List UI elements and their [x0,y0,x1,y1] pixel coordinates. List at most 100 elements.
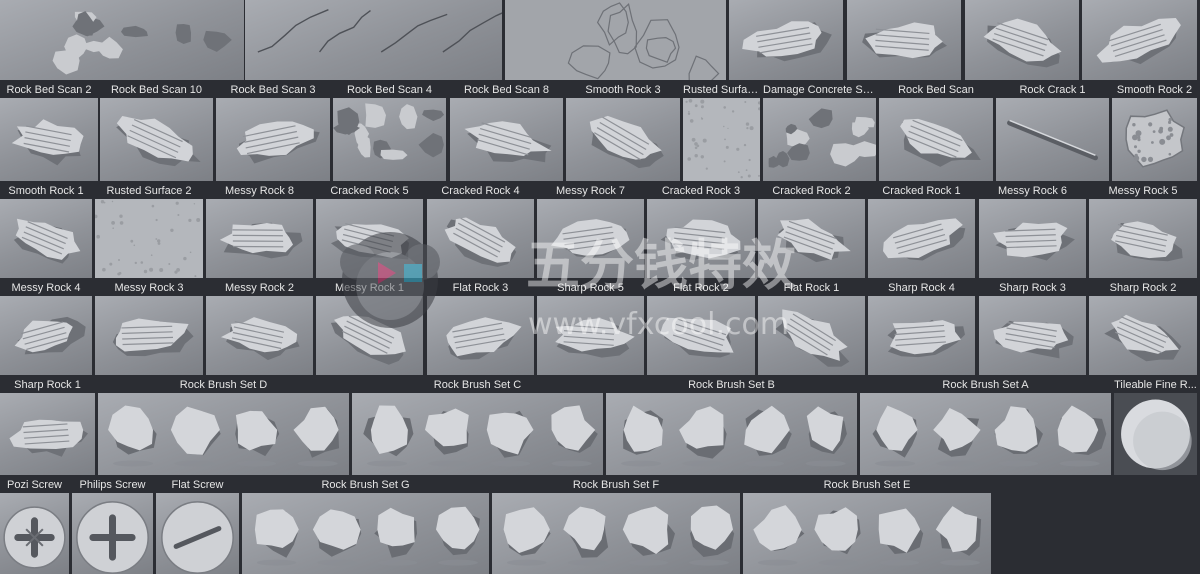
brush-tile-messy-rock-1[interactable]: Messy Rock 1 [316,281,423,375]
brush-tile-cracked-rock-3[interactable]: Cracked Rock 3 [647,184,755,278]
brush-label: Sharp Rock 1 [14,379,81,391]
brush-thumbnail [156,493,239,574]
brush-label: Rock Brush Set A [942,379,1029,391]
brush-tile-messy-rock-8[interactable]: Messy Rock 8 [206,184,313,278]
brush-label: Rock Crack 1 [1019,84,1086,96]
brush-tile-messy-rock-5[interactable]: Messy Rock 5 [1089,184,1197,278]
brush-tile-rock-bed-scan-10[interactable]: Rock Bed Scan 10 [100,83,213,181]
brush-tile-row0-item5[interactable] [965,0,1079,80]
brush-tile-smooth-rock-1[interactable]: Smooth Rock 1 [0,184,92,278]
brush-tile-cracked-rock-4[interactable]: Cracked Rock 4 [427,184,534,278]
brush-label: Rock Brush Set G [321,479,410,491]
brush-tile-rock-brush-set-a[interactable]: Rock Brush Set A [860,378,1111,475]
brush-label: Messy Rock 5 [1108,185,1178,197]
brush-preview-icon [116,115,201,167]
brush-tile-damage-concrete-sc[interactable]: Damage Concrete Sc... [763,83,876,181]
brush-tile-cracked-rock-1[interactable]: Cracked Rock 1 [868,184,975,278]
brush-label: Rock Bed Scan 2 [6,84,92,96]
brush-label: Flat Rock 1 [783,282,840,294]
brush-tile-sharp-rock-1[interactable]: Sharp Rock 1 [0,378,95,475]
brush-preview-icon [551,219,630,258]
brush-tile-row0-item0[interactable] [0,0,244,80]
brush-preview-icon [589,115,664,169]
brush-tile-tileable-fine-r[interactable]: Tileable Fine R... [1114,378,1197,475]
brush-preview-icon [872,405,1107,467]
brush-preview-icon [464,121,552,163]
brush-preview-icon [257,9,502,53]
brush-preview-icon [775,309,850,367]
brush-tile-rock-brush-set-c[interactable]: Rock Brush Set C [352,378,603,475]
brush-thumbnail [95,199,203,278]
brush-thumbnail [537,296,644,375]
brush-tile-row0-item2[interactable] [505,0,726,80]
brush-tile-rusted-surface-2[interactable]: Rusted Surface 2 [95,184,203,278]
brush-tile-rock-brush-set-e[interactable]: Rock Brush Set E [743,478,991,574]
brush-tile-messy-rock-7[interactable]: Messy Rock 7 [537,184,644,278]
brush-tile-row0-item4[interactable] [847,0,961,80]
brush-preview-icon [683,98,760,181]
brush-preview-icon [505,0,726,80]
brush-tile-messy-rock-2[interactable]: Messy Rock 2 [206,281,313,375]
brush-tile-philips-screw[interactable]: Philips Screw [72,478,153,574]
brush-thumbnail [729,0,843,80]
brush-label: Sharp Rock 3 [999,282,1066,294]
brush-label: Sharp Rock 2 [1109,282,1177,294]
brush-tile-rock-bed-scan-8[interactable]: Rock Bed Scan 8 [450,83,563,181]
brush-tile-rock-crack-1[interactable]: Rock Crack 1 [996,83,1109,181]
brush-tile-flat-screw[interactable]: Flat Screw [156,478,239,574]
brush-thumbnail [879,98,993,181]
brush-preview-icon [660,219,741,261]
brush-tile-rusted-surface-1[interactable]: Rusted Surface 1 [683,83,760,181]
brush-tile-rock-brush-set-b[interactable]: Rock Brush Set B [606,378,857,475]
brush-tile-pozi-screw[interactable]: Pozi Screw [0,478,69,574]
brush-label: Rock Brush Set C [433,379,522,391]
brush-preview-icon [1111,221,1183,262]
brush-tile-row0-item3[interactable] [729,0,843,80]
brush-label: Messy Rock 2 [224,282,295,294]
brush-thumbnail [860,393,1111,475]
brush-tile-rock-brush-set-g[interactable]: Rock Brush Set G [242,478,489,574]
brush-tile-flat-rock-3[interactable]: Flat Rock 3 [427,281,534,375]
brush-thumbnail [450,98,563,181]
brush-label: Flat Rock 3 [452,282,509,294]
brush-tile-smooth-rock-2[interactable]: Smooth Rock 2 [1112,83,1197,181]
brush-tile-row0-item6[interactable] [1082,0,1197,80]
brush-tile-rock-brush-set-f[interactable]: Rock Brush Set F [492,478,740,574]
brush-label: Messy Rock 6 [997,185,1068,197]
brush-tile-sharp-rock-4[interactable]: Sharp Rock 4 [868,281,975,375]
brush-preview-icon [330,223,410,260]
brush-label: Flat Screw [171,479,224,491]
brush-preview-icon [446,317,522,360]
brush-preview-icon [862,22,947,59]
brush-thumbnail [0,296,92,375]
brush-thumbnail [98,393,349,475]
brush-tile-messy-rock-6[interactable]: Messy Rock 6 [979,184,1086,278]
brush-tile-rock-bed-scan-4[interactable]: Rock Bed Scan 4 [333,83,446,181]
brush-tile-rock-bed-scan-3[interactable]: Rock Bed Scan 3 [216,83,330,181]
brush-thumbnail [316,296,423,375]
brush-tile-sharp-rock-5[interactable]: Sharp Rock 5 [537,281,644,375]
brush-tile-flat-rock-2[interactable]: Flat Rock 2 [647,281,755,375]
brush-preview-icon [363,405,598,467]
brush-tile-sharp-rock-3[interactable]: Sharp Rock 3 [979,281,1086,375]
brush-thumbnail [0,393,95,475]
brush-thumbnail [1082,0,1197,80]
brush-tile-messy-rock-3[interactable]: Messy Rock 3 [95,281,203,375]
brush-thumbnail [242,493,489,574]
brush-tile-cracked-rock-2[interactable]: Cracked Rock 2 [758,184,865,278]
brush-tile-messy-rock-4[interactable]: Messy Rock 4 [0,281,92,375]
brush-tile-smooth-rock-3[interactable]: Smooth Rock 3 [566,83,680,181]
brush-tile-rock-bed-scan[interactable]: Rock Bed Scan [879,83,993,181]
brush-tile-rock-bed-scan-2[interactable]: Rock Bed Scan 2 [0,83,98,181]
brush-preview-icon [983,18,1062,68]
brush-tile-flat-rock-1[interactable]: Flat Rock 1 [758,281,865,375]
brush-tile-row0-item1[interactable] [245,0,502,80]
brush-tile-rock-brush-set-d[interactable]: Rock Brush Set D [98,378,349,475]
brush-label: Rusted Surface 2 [106,185,192,197]
brush-preview-icon [777,218,851,263]
brush-thumbnail [965,0,1079,80]
brush-label: Rock Bed Scan [898,84,974,96]
brush-tile-cracked-rock-5[interactable]: Cracked Rock 5 [316,184,423,278]
brush-preview-icon [887,319,965,358]
brush-tile-sharp-rock-2[interactable]: Sharp Rock 2 [1089,281,1197,375]
